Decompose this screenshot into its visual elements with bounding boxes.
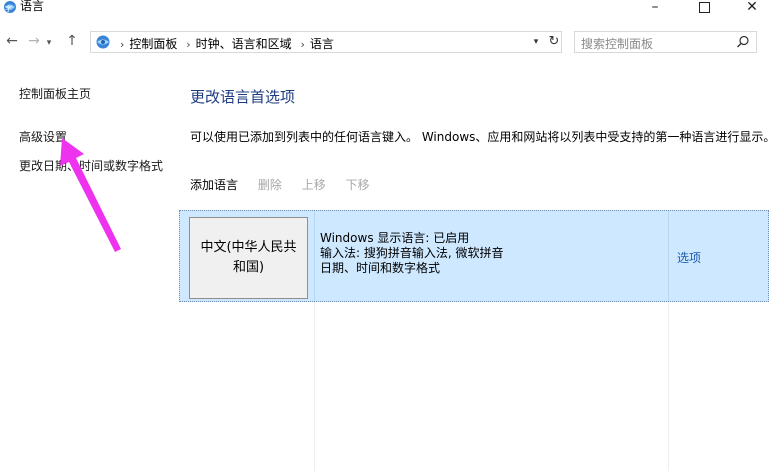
language-list: 中文(中华人民共和国) Windows 显示语言: 已启用 输入法: 搜狗拼音输…: [179, 210, 771, 471]
window-title: 语言: [20, 0, 45, 13]
up-button[interactable]: ↑: [62, 32, 82, 50]
column-divider: [668, 302, 669, 471]
language-details: Windows 显示语言: 已启用 输入法: 搜狗拼音输入法, 微软拼音 日期、…: [320, 231, 504, 276]
page-description: 可以使用已添加到列表中的任何语言键入。 Windows、应用和网站将以列表中受支…: [190, 130, 771, 144]
remove-button[interactable]: 删除: [258, 178, 282, 192]
language-options-link[interactable]: 选项: [677, 249, 701, 266]
maximize-button[interactable]: [689, 0, 719, 18]
close-button[interactable]: ✕: [737, 0, 767, 18]
breadcrumb-separator: ›: [300, 38, 305, 51]
address-bar[interactable]: › 控制面板 › 时钟、语言和区域 › 语言 ▾ ↻: [90, 31, 562, 53]
address-dropdown-button[interactable]: ▾: [529, 35, 543, 49]
control-panel-icon: [95, 34, 111, 50]
breadcrumb: › 控制面板 › 时钟、语言和区域 › 语言: [115, 35, 334, 52]
language-row[interactable]: 中文(中华人民共和国) Windows 显示语言: 已启用 输入法: 搜狗拼音输…: [179, 210, 769, 302]
move-down-button[interactable]: 下移: [346, 178, 370, 192]
search-input[interactable]: 搜索控制面板: [581, 35, 653, 52]
navigation-bar: ← → ▾ ↑ › 控制面板 › 时钟、语言和区域 › 语言 ▾ ↻ 搜索控制面板: [0, 28, 771, 56]
column-divider: [314, 211, 315, 301]
search-icon[interactable]: [736, 35, 750, 49]
language-detail-input-method: 输入法: 搜狗拼音输入法, 微软拼音: [320, 246, 504, 260]
language-detail-format: 日期、时间和数字格式: [320, 261, 441, 275]
column-divider: [314, 302, 315, 471]
breadcrumb-separator: ›: [120, 38, 125, 51]
breadcrumb-language[interactable]: 语言: [310, 37, 334, 51]
refresh-button[interactable]: ↻: [547, 33, 561, 51]
breadcrumb-clock-language-region[interactable]: 时钟、语言和区域: [196, 37, 292, 51]
column-divider: [668, 211, 669, 301]
page-title: 更改语言首选项: [190, 88, 296, 106]
forward-button[interactable]: →: [24, 32, 44, 50]
add-language-button[interactable]: 添加语言: [190, 178, 238, 192]
minimize-button[interactable]: –: [640, 0, 670, 18]
breadcrumb-separator: ›: [186, 38, 191, 51]
language-detail-display: Windows 显示语言: 已启用: [320, 231, 470, 245]
search-box[interactable]: 搜索控制面板: [574, 31, 757, 53]
back-button[interactable]: ←: [2, 32, 22, 50]
sidebar-item-control-panel-home[interactable]: 控制面板主页: [19, 85, 91, 102]
sidebar-item-change-date-time-format[interactable]: 更改日期、时间或数字格式: [19, 157, 163, 174]
maximize-icon: [698, 2, 710, 13]
sidebar-item-advanced-settings[interactable]: 高级设置: [19, 128, 67, 145]
breadcrumb-control-panel[interactable]: 控制面板: [129, 37, 177, 51]
title-bar: 字 语言 – ✕: [0, 0, 771, 22]
svg-text:字: 字: [5, 4, 12, 13]
language-name-button[interactable]: 中文(中华人民共和国): [189, 217, 308, 299]
move-up-button[interactable]: 上移: [302, 178, 326, 192]
language-toolbar: 添加语言 删除 上移 下移: [190, 176, 386, 193]
recent-locations-button[interactable]: ▾: [42, 34, 56, 52]
language-app-icon: 字: [2, 0, 18, 14]
